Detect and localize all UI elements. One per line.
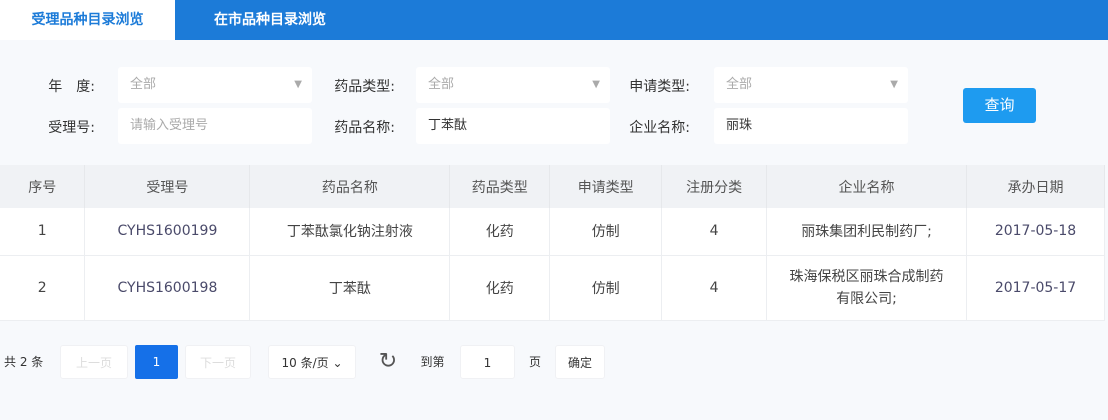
next-page-button[interactable]: 下一页 <box>185 345 251 379</box>
tab-bar: 受理品种目录浏览 在市品种目录浏览 <box>0 0 1108 40</box>
cell-accept-no: CYHS1600198 <box>84 255 251 321</box>
results-table: 序号 受理号 药品名称 药品类型 申请类型 注册分类 企业名称 承办日期 1 C… <box>0 165 1105 321</box>
cell-drug-type: 化药 <box>449 208 551 256</box>
col-header: 注册分类 <box>661 165 768 208</box>
cell-date: 2017-05-18 <box>966 208 1105 256</box>
cell-company: 丽珠集团利民制药厂; <box>766 208 967 256</box>
col-header: 企业名称 <box>766 165 967 208</box>
chevron-down-icon: ▼ <box>890 79 898 90</box>
col-header: 受理号 <box>84 165 251 208</box>
cell-drug-name: 丁苯酞氯化钠注射液 <box>249 208 451 256</box>
drug-name-input[interactable]: 丁苯酞 <box>416 108 610 144</box>
drug-name-label: 药品名称: <box>334 120 395 136</box>
col-header: 申请类型 <box>549 165 663 208</box>
cell-apply-type: 仿制 <box>549 255 663 321</box>
goto-label: 到第 <box>420 355 445 369</box>
tab-accepted-catalog[interactable]: 受理品种目录浏览 <box>0 0 175 40</box>
drug-type-label: 药品类型: <box>334 79 395 95</box>
apply-type-label: 申请类型: <box>629 79 690 95</box>
tab-marketed-catalog[interactable]: 在市品种目录浏览 <box>175 0 365 40</box>
cell-drug-name: 丁苯酞 <box>249 255 451 321</box>
drug-type-select[interactable]: 全部 ▼ <box>416 67 610 103</box>
apply-type-select[interactable]: 全部 ▼ <box>714 67 908 103</box>
year-label: 年 度: <box>48 79 95 95</box>
col-header: 承办日期 <box>966 165 1105 208</box>
page-size-value: 10 条/页 <box>281 356 329 370</box>
accept-no-label: 受理号: <box>48 120 95 136</box>
table-row[interactable]: 2 CYHS1600198 丁苯酞 化药 仿制 4 珠海保税区丽珠合成制药有限公… <box>0 255 1105 321</box>
page-1-button[interactable]: 1 <box>135 345 178 379</box>
company-label: 企业名称: <box>629 120 690 136</box>
table-header-row: 序号 受理号 药品名称 药品类型 申请类型 注册分类 企业名称 承办日期 <box>0 165 1105 208</box>
accept-no-input[interactable]: 请输入受理号 <box>118 108 312 144</box>
apply-type-value: 全部 <box>726 77 753 92</box>
year-value: 全部 <box>130 77 157 92</box>
company-input[interactable]: 丽珠 <box>714 108 908 144</box>
cell-index: 1 <box>0 208 86 256</box>
page-size-select[interactable]: 10 条/页 ⌄ <box>268 345 356 379</box>
cell-reg-class: 4 <box>661 208 768 256</box>
cell-reg-class: 4 <box>661 255 768 321</box>
chevron-down-icon: ▼ <box>294 79 302 90</box>
page-unit-label: 页 <box>528 355 541 369</box>
cell-drug-type: 化药 <box>449 255 551 321</box>
chevron-down-icon: ▼ <box>592 79 600 90</box>
query-button[interactable]: 查询 <box>963 88 1036 123</box>
cell-accept-no: CYHS1600199 <box>84 208 251 256</box>
cell-index: 2 <box>0 255 86 321</box>
chevron-down-icon: ⌄ <box>332 356 343 370</box>
cell-apply-type: 仿制 <box>549 208 663 256</box>
cell-date: 2017-05-17 <box>966 255 1105 321</box>
cell-company: 珠海保税区丽珠合成制药有限公司; <box>766 255 967 321</box>
table-row[interactable]: 1 CYHS1600199 丁苯酞氯化钠注射液 化药 仿制 4 丽珠集团利民制药… <box>0 208 1105 256</box>
confirm-button[interactable]: 确定 <box>555 345 605 379</box>
col-header: 药品类型 <box>449 165 551 208</box>
prev-page-button[interactable]: 上一页 <box>60 345 128 379</box>
col-header: 药品名称 <box>249 165 451 208</box>
refresh-icon[interactable]: ↻ <box>375 345 401 379</box>
goto-page-input[interactable]: 1 <box>460 345 515 379</box>
drug-type-value: 全部 <box>428 77 455 92</box>
year-select[interactable]: 全部 ▼ <box>118 67 312 103</box>
total-count: 共 2 条 <box>4 355 44 369</box>
col-header: 序号 <box>0 165 86 208</box>
